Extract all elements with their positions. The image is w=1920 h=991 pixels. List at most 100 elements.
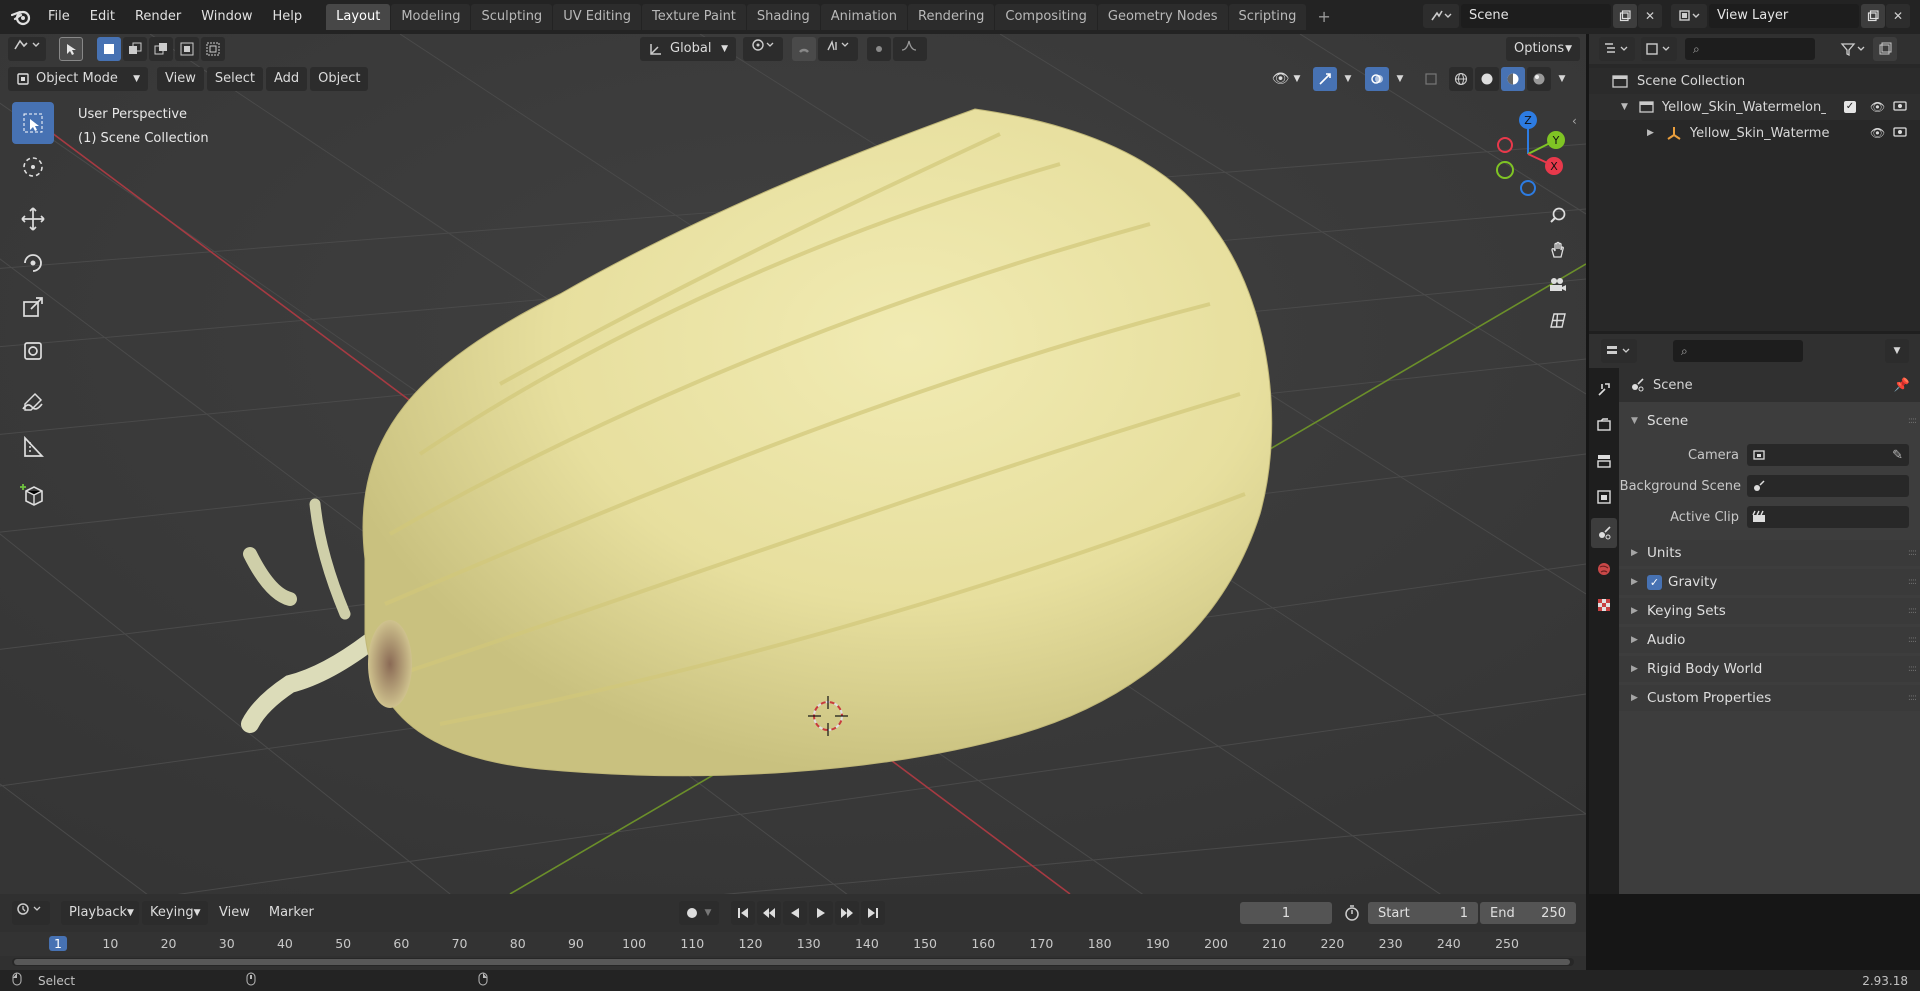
overlays-dropdown[interactable]: ▼ [1391, 67, 1409, 91]
menu-edit[interactable]: Edit [80, 0, 125, 34]
eye-icon[interactable]: 👁 [1870, 100, 1885, 114]
scrollbar-thumb[interactable] [14, 959, 1570, 965]
render-tab-icon[interactable] [1591, 410, 1617, 440]
rigid-body-world-panel-header[interactable]: ▶ Rigid Body World :::: [1619, 656, 1920, 682]
stopwatch-icon[interactable] [1343, 904, 1361, 926]
move-tool-icon[interactable] [12, 198, 54, 240]
play-icon[interactable] [809, 901, 833, 925]
pin-icon[interactable]: 📌 [1894, 378, 1910, 393]
select-intersect-icon[interactable] [201, 37, 225, 61]
start-frame-field[interactable]: Start 1 [1368, 902, 1478, 924]
drag-handle-icon[interactable]: :::: [1908, 693, 1917, 703]
record-button[interactable]: ▼ [679, 901, 719, 925]
view-layer-field[interactable]: View Layer [1709, 4, 1859, 28]
camera-view-icon[interactable] [1543, 270, 1573, 300]
proportional-edit-icon[interactable] [867, 37, 891, 61]
outliner-editor-type-icon[interactable] [1599, 37, 1635, 61]
jump-keyframe-back-icon[interactable] [757, 901, 781, 925]
units-panel-header[interactable]: ▶ Units :::: [1619, 540, 1920, 566]
menu-window[interactable]: Window [191, 0, 262, 34]
drag-handle-icon[interactable]: :::: [1908, 577, 1917, 587]
camera-render-icon[interactable] [1893, 125, 1907, 141]
camera-render-icon[interactable] [1893, 99, 1907, 115]
end-frame-field[interactable]: End 250 [1480, 902, 1576, 924]
camera-field[interactable]: ✎ [1747, 444, 1909, 466]
visibility-dropdown[interactable]: 👁 ▼ [1266, 67, 1306, 91]
mode-dropdown[interactable]: Object Mode ▼ [8, 67, 148, 91]
editor-type-button[interactable] [8, 37, 46, 61]
viewport-menu-view[interactable]: View [157, 67, 204, 91]
custom-properties-panel-header[interactable]: ▶ Custom Properties :::: [1619, 685, 1920, 711]
jump-end-icon[interactable] [861, 901, 885, 925]
overlays-toggle-icon[interactable] [1365, 67, 1389, 91]
timeline-menu-view[interactable]: View [211, 901, 258, 925]
scene-browse-icon[interactable] [1423, 4, 1459, 28]
new-scene-icon[interactable] [1613, 4, 1637, 28]
tab-sculpting[interactable]: Sculpting [471, 4, 553, 30]
active-clip-field[interactable] [1747, 506, 1909, 528]
properties-options-icon[interactable]: ▼ [1885, 339, 1909, 363]
pivot-point-dropdown[interactable] [743, 37, 783, 61]
cursor-tool-icon[interactable] [12, 146, 54, 188]
shading-solid-icon[interactable] [1475, 67, 1499, 91]
rotate-tool-icon[interactable] [12, 242, 54, 284]
delete-scene-icon[interactable]: ✕ [1638, 4, 1662, 28]
transform-tool-icon[interactable] [12, 330, 54, 372]
scene-panel-header[interactable]: ▼ Scene :::: [1619, 408, 1920, 434]
shading-wireframe-icon[interactable] [1449, 67, 1473, 91]
tab-uv-editing[interactable]: UV Editing [553, 4, 642, 30]
drag-handle-icon[interactable]: :::: [1908, 416, 1917, 426]
drag-handle-icon[interactable]: :::: [1908, 606, 1917, 616]
tab-texture-paint[interactable]: Texture Paint [642, 4, 746, 30]
properties-editor-type-icon[interactable] [1601, 339, 1637, 363]
outliner-row-object[interactable]: ▶ Yellow_Skin_Watermelon 👁 [1589, 120, 1920, 146]
jump-start-icon[interactable] [731, 901, 755, 925]
select-invert-icon[interactable] [175, 37, 199, 61]
transform-orientation-dropdown[interactable]: Global ▼ [640, 37, 736, 61]
world-tab-icon[interactable] [1591, 554, 1617, 584]
expand-arrow-icon[interactable]: ▶ [1647, 128, 1654, 138]
gizmo-toggle-icon[interactable] [1313, 67, 1337, 91]
shading-dropdown[interactable]: ▼ [1553, 67, 1571, 91]
viewport-menu-add[interactable]: Add [265, 67, 308, 91]
timeline-editor-type-icon[interactable] [12, 901, 50, 925]
add-cube-tool-icon[interactable] [12, 474, 54, 516]
annotate-tool-icon[interactable] [12, 382, 54, 424]
delete-view-layer-icon[interactable]: ✕ [1886, 4, 1910, 28]
sidebar-toggle-icon[interactable]: ‹ [1572, 114, 1577, 128]
eyedropper-icon[interactable]: ✎ [1892, 448, 1903, 463]
new-view-layer-icon[interactable] [1861, 4, 1885, 28]
options-dropdown[interactable]: Options ▼ [1506, 37, 1580, 61]
select-extend-icon[interactable] [123, 37, 147, 61]
tool-settings-tab-icon[interactable] [1591, 374, 1617, 404]
tab-layout[interactable]: Layout [326, 4, 391, 30]
measure-tool-icon[interactable] [12, 426, 54, 468]
timeline-scrollbar[interactable] [12, 958, 1574, 966]
current-frame-field[interactable]: 1 [1240, 902, 1332, 924]
tab-modeling[interactable]: Modeling [391, 4, 471, 30]
texture-tab-icon[interactable] [1591, 590, 1617, 620]
menu-render[interactable]: Render [125, 0, 191, 34]
expand-arrow-icon[interactable]: ▼ [1621, 102, 1628, 112]
scene-tab-icon[interactable] [1591, 518, 1617, 548]
gizmo-dropdown[interactable]: ▼ [1339, 67, 1357, 91]
eye-icon[interactable]: 👁 [1870, 126, 1885, 140]
keying-menu[interactable]: Keying ▼ [142, 901, 208, 925]
shading-rendered-icon[interactable] [1527, 67, 1551, 91]
frame-ruler[interactable]: 1 10 20 30 40 50 60 70 80 90 100 110 120 130 140 150 16… [0, 932, 1586, 956]
3d-viewport[interactable]: Global ▼ Options ▼ Object Mode ▼ View Se… [0, 34, 1586, 894]
background-scene-field[interactable] [1747, 475, 1909, 497]
add-workspace-button[interactable]: + [1307, 4, 1340, 30]
scale-tool-icon[interactable] [12, 286, 54, 328]
tab-scripting[interactable]: Scripting [1228, 4, 1307, 30]
jump-keyframe-forward-icon[interactable] [835, 901, 859, 925]
xray-toggle-icon[interactable] [1419, 67, 1443, 91]
snap-toggle-icon[interactable] [792, 37, 816, 61]
pan-hand-icon[interactable] [1543, 235, 1573, 265]
properties-search-input[interactable]: ⌕ [1673, 340, 1803, 362]
filter-icon[interactable] [1837, 37, 1871, 61]
active-tool-icon[interactable] [59, 37, 83, 61]
drag-handle-icon[interactable]: :::: [1908, 664, 1917, 674]
view-layer-browse-icon[interactable] [1671, 4, 1707, 28]
menu-help[interactable]: Help [263, 0, 313, 34]
